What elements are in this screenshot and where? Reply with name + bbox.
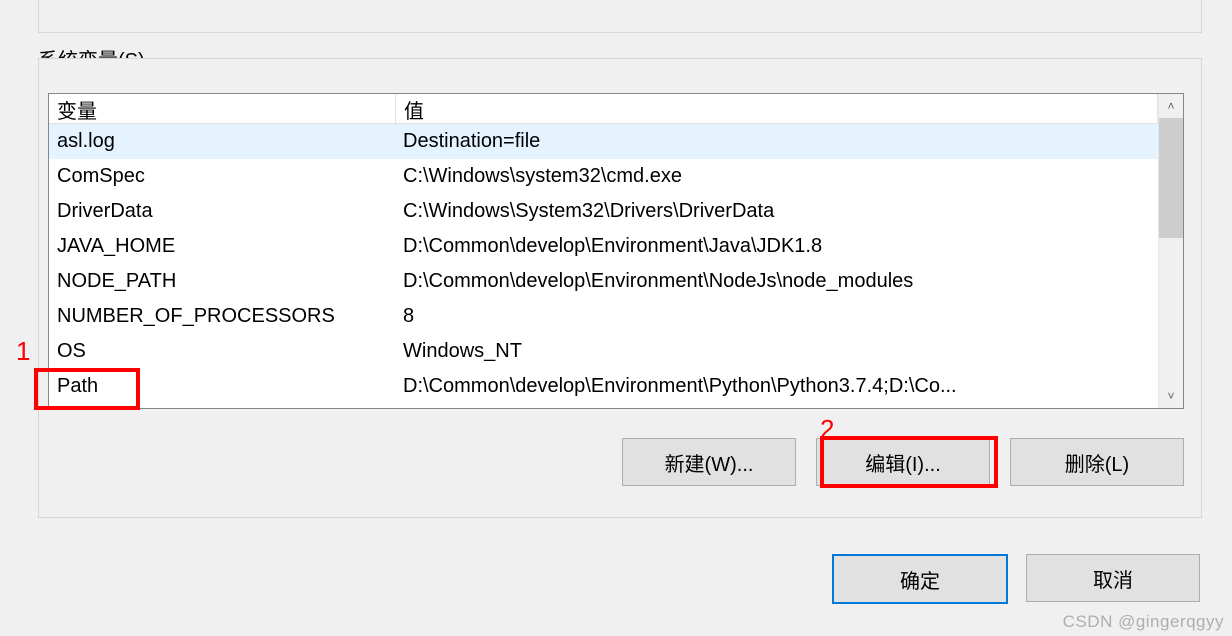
variable-name-cell: Path: [49, 369, 395, 404]
table-row[interactable]: JAVA_HOMED:\Common\develop\Environment\J…: [49, 229, 1158, 264]
table-row[interactable]: ComSpecC:\Windows\system32\cmd.exe: [49, 159, 1158, 194]
variables-list[interactable]: 变量 值 asl.logDestination=fileComSpecC:\Wi…: [48, 93, 1184, 409]
cancel-button[interactable]: 取消: [1026, 554, 1200, 602]
variable-value-cell: D:\Common\develop\Environment\Python\Pyt…: [395, 369, 1158, 404]
watermark-text: CSDN @gingerqgyy: [1063, 612, 1224, 632]
delete-button[interactable]: 删除(L): [1010, 438, 1184, 486]
upper-group-frame: [38, 0, 1202, 33]
scroll-track[interactable]: [1159, 118, 1183, 384]
variable-name-cell: NUMBER_OF_PROCESSORS: [49, 299, 395, 334]
variable-value-cell: D:\Common\develop\Environment\NodeJs\nod…: [395, 264, 1158, 299]
ok-button[interactable]: 确定: [832, 554, 1008, 604]
variable-name-cell: asl.log: [49, 124, 395, 159]
scroll-thumb[interactable]: [1159, 118, 1183, 238]
table-row[interactable]: NUMBER_OF_PROCESSORS8: [49, 299, 1158, 334]
table-row[interactable]: DriverDataC:\Windows\System32\Drivers\Dr…: [49, 194, 1158, 229]
variable-value-cell: Destination=file: [395, 124, 1158, 159]
variable-name-cell: ComSpec: [49, 159, 395, 194]
dialog-root: { "group": { "label": "系统变量(S)" }, "colu…: [0, 0, 1232, 636]
variable-name-cell: NODE_PATH: [49, 264, 395, 299]
variable-name-cell: DriverData: [49, 194, 395, 229]
table-row[interactable]: NODE_PATHD:\Common\develop\Environment\N…: [49, 264, 1158, 299]
list-header-row: 变量 值: [49, 94, 1158, 124]
variable-name-cell: OS: [49, 334, 395, 369]
variable-value-cell: C:\Windows\System32\Drivers\DriverData: [395, 194, 1158, 229]
vertical-scrollbar[interactable]: ˄ ˅: [1158, 94, 1183, 408]
dialog-buttons-row: 确定 取消: [38, 554, 1200, 600]
column-header-value[interactable]: 值: [396, 94, 1158, 124]
annotation-marker-1: 1: [16, 336, 30, 367]
scroll-down-button[interactable]: ˅: [1159, 384, 1183, 408]
variable-name-cell: JAVA_HOME: [49, 229, 395, 264]
new-button[interactable]: 新建(W)...: [622, 438, 796, 486]
variable-value-cell: Windows_NT: [395, 334, 1158, 369]
variable-value-cell: C:\Windows\system32\cmd.exe: [395, 159, 1158, 194]
variable-value-cell: D:\Common\develop\Environment\Java\JDK1.…: [395, 229, 1158, 264]
column-header-variable[interactable]: 变量: [49, 94, 396, 124]
scroll-up-button[interactable]: ˄: [1159, 94, 1183, 118]
table-row[interactable]: PathD:\Common\develop\Environment\Python…: [49, 369, 1158, 404]
system-buttons-row: 新建(W)... 编辑(I)... 删除(L): [48, 438, 1184, 484]
variable-value-cell: 8: [395, 299, 1158, 334]
edit-button[interactable]: 编辑(I)...: [816, 438, 990, 486]
list-columns: 变量 值 asl.logDestination=fileComSpecC:\Wi…: [49, 94, 1158, 408]
table-row[interactable]: asl.logDestination=file: [49, 124, 1158, 159]
table-row[interactable]: OSWindows_NT: [49, 334, 1158, 369]
